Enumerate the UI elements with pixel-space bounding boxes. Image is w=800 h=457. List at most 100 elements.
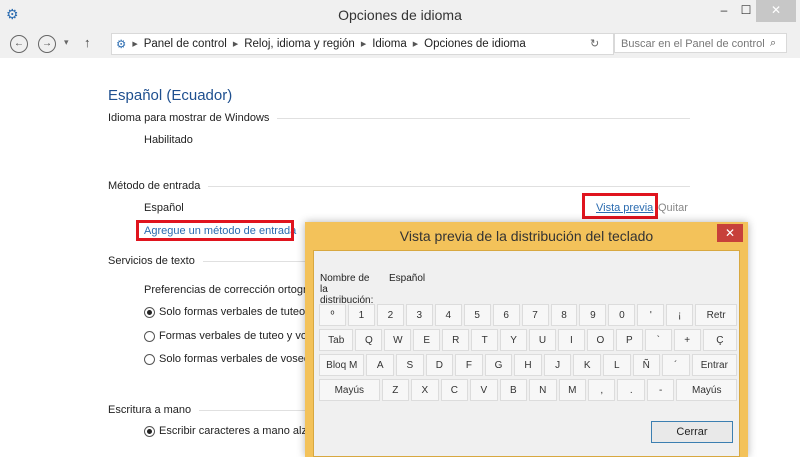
radio-option[interactable]: Formas verbales de tuteo y voseo	[144, 330, 325, 342]
key: C	[440, 379, 469, 401]
keyboard-layout: º 1 2 3 4 5 6 7 8 9 0 ' ¡ Retr Tab Q W E R T Y U I O P ` + Ç Bloq MA…	[319, 304, 738, 404]
back-button[interactable]: ←	[10, 35, 28, 53]
forward-button[interactable]: →	[38, 35, 56, 53]
radio-option[interactable]: Solo formas verbales de tuteo	[144, 306, 305, 318]
dialog-title: Vista previa de la distribución del tecl…	[399, 228, 654, 244]
keyboard-row: Tab Q W E R T Y U I O P ` + Ç	[319, 329, 738, 351]
refresh-button[interactable]: ↻	[590, 37, 599, 50]
key: P	[615, 329, 643, 351]
key: 7	[521, 304, 549, 326]
key: 6	[492, 304, 520, 326]
key: 0	[608, 304, 636, 326]
breadcrumb-item[interactable]: Panel de control	[144, 38, 227, 50]
keyboard-preview-dialog: Vista previa de la distribución del tecl…	[305, 222, 748, 457]
chevron-right-icon: ▶	[412, 41, 419, 48]
key: 2	[376, 304, 404, 326]
section-title: Escritura a mano	[108, 404, 192, 416]
key: K	[573, 354, 601, 376]
key: R	[442, 329, 470, 351]
control-panel-icon: ⚙	[116, 39, 127, 51]
key: ,	[588, 379, 616, 401]
key: +	[673, 329, 701, 351]
address-bar[interactable]: ⚙ ▶ Panel de control ▶ Reloj, idioma y r…	[111, 33, 614, 55]
key: 8	[550, 304, 578, 326]
key: Mayús	[319, 379, 380, 401]
keyboard-row: Mayús Z X C V B N M,. - Mayús	[319, 379, 738, 401]
input-method-section: Método de entrada	[108, 180, 690, 192]
radio-icon	[144, 330, 155, 342]
key: X	[411, 379, 439, 401]
key: 9	[579, 304, 607, 326]
key: M	[558, 379, 586, 401]
breadcrumb-item[interactable]: Opciones de idioma	[424, 38, 526, 50]
key: -	[646, 379, 675, 401]
window-title: Opciones de idioma	[338, 7, 462, 23]
key: N	[529, 379, 557, 401]
key: 5	[463, 304, 491, 326]
key: A	[366, 354, 394, 376]
chevron-right-icon: ▶	[132, 41, 138, 48]
key: E	[413, 329, 441, 351]
recent-dropdown-icon[interactable]: ▾	[64, 37, 69, 48]
search-input[interactable]: Buscar en el Panel de control	[614, 33, 787, 53]
key: Z	[381, 379, 410, 401]
keyboard-row: Bloq M A S D F G H J K L Ñ ´ Entrar	[319, 354, 738, 376]
input-method-name: Español	[144, 202, 184, 214]
navigation-bar: ← → ▾ ↑ ⚙ ▶ Panel de control ▶ Reloj, id…	[0, 30, 800, 58]
key: V	[470, 379, 498, 401]
breadcrumb-item[interactable]: Idioma	[372, 38, 407, 50]
keyboard-row: º 1 2 3 4 5 6 7 8 9 0 ' ¡ Retr	[319, 304, 738, 326]
key: '	[637, 304, 665, 326]
key: T	[471, 329, 499, 351]
up-button[interactable]: ↑	[84, 35, 91, 50]
layout-name-value: Español	[389, 273, 426, 284]
key: W	[384, 329, 412, 351]
key: Ç	[702, 329, 738, 351]
key: ´	[662, 354, 690, 376]
search-icon: ⌕	[770, 37, 777, 49]
close-button[interactable]: ✕	[756, 0, 796, 22]
radio-selected-icon	[144, 306, 155, 318]
key: J	[543, 354, 572, 376]
key: º	[319, 304, 346, 326]
section-title: Método de entrada	[108, 180, 201, 192]
key: Mayús	[676, 379, 738, 401]
key: Q	[355, 329, 383, 351]
close-dialog-button[interactable]: Cerrar	[651, 421, 733, 443]
key: Entrar	[691, 354, 738, 376]
key: Ñ	[632, 354, 661, 376]
key: I	[557, 329, 585, 351]
title-bar: ⚙ Opciones de idioma ‒ ☐ ✕	[0, 0, 800, 30]
layout-name-label: Nombre de la distribución:	[320, 273, 374, 306]
key: D	[425, 354, 454, 376]
radio-option[interactable]: Solo formas verbales de voseo	[144, 353, 310, 365]
highlight-box	[582, 193, 658, 219]
remove-link[interactable]: Quitar	[658, 202, 688, 214]
highlight-box	[136, 220, 294, 241]
key: U	[529, 329, 556, 351]
key: .	[617, 379, 645, 401]
key: `	[644, 329, 672, 351]
key: L	[602, 354, 631, 376]
key: Tab	[319, 329, 354, 351]
key: S	[396, 354, 424, 376]
radio-option[interactable]: Escribir caracteres a mano alzada	[144, 425, 325, 437]
radio-selected-icon	[144, 425, 155, 437]
key: O	[586, 329, 614, 351]
dialog-close-button[interactable]: ✕	[717, 224, 743, 242]
key: ¡	[666, 304, 694, 326]
key: G	[484, 354, 513, 376]
breadcrumb-item[interactable]: Reloj, idioma y región	[244, 38, 355, 50]
chevron-right-icon: ▶	[360, 41, 367, 48]
key: H	[514, 354, 542, 376]
key: Retr	[695, 304, 738, 326]
display-language-section: Idioma para mostrar de Windows	[108, 112, 690, 124]
key: 1	[347, 304, 375, 326]
key: F	[455, 354, 483, 376]
display-status: Habilitado	[144, 134, 193, 146]
section-title: Idioma para mostrar de Windows	[108, 112, 270, 124]
key: Bloq M	[319, 354, 365, 376]
key: B	[499, 379, 528, 401]
spelling-preferences-label: Preferencias de corrección ortográfica	[144, 284, 330, 296]
language-heading: Español (Ecuador)	[108, 87, 233, 104]
